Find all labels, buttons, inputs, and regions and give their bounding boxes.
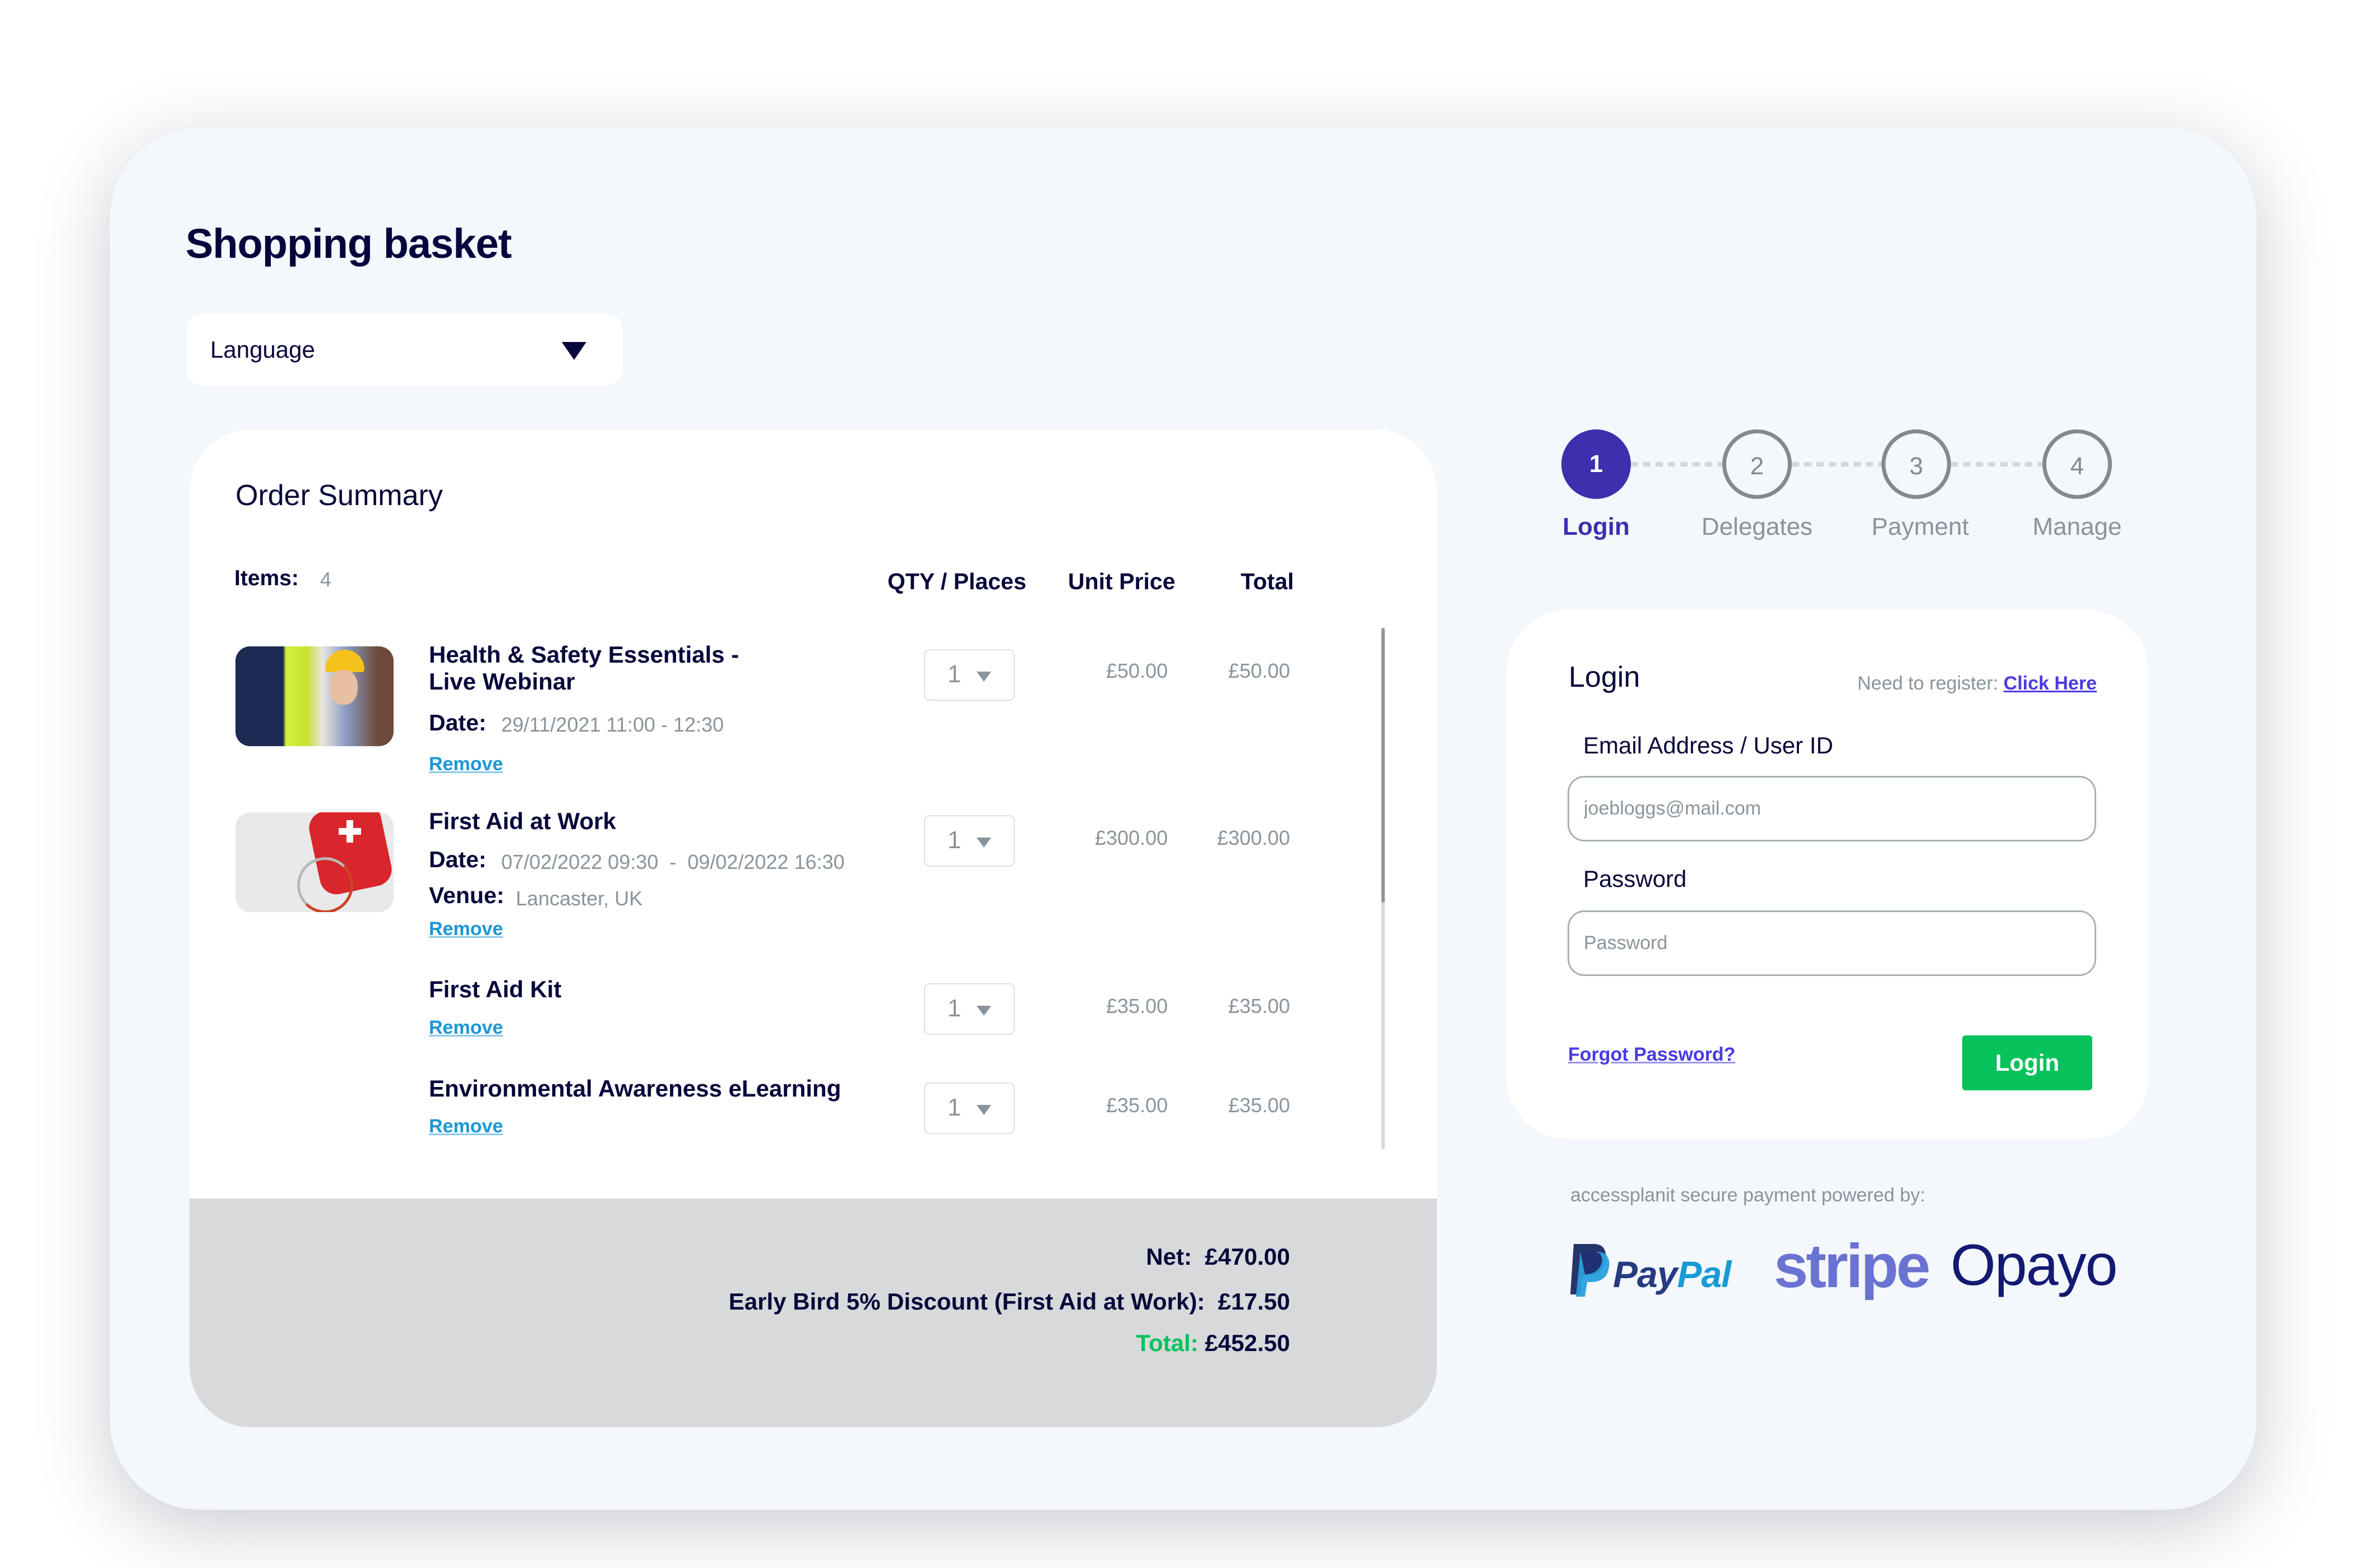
step-connector [1631,462,1722,466]
worker-hardhat-image [235,646,394,746]
login-heading: Login [1569,661,1640,693]
column-header-total: Total [1241,568,1294,594]
register-prompt: Need to register: Click Here [1857,673,2097,694]
discount-label: Early Bird 5% Discount (First Aid at Wor… [728,1288,1205,1315]
net-value: £470.00 [1205,1243,1290,1270]
total-label: Total: [1136,1330,1199,1356]
item-name: Health & Safety Essentials - Live Webinar [429,641,739,695]
items-count: 4 [320,568,332,591]
forgot-password-link[interactable]: Forgot Password? [1568,1044,1735,1066]
line-total: £50.00 [1228,659,1290,682]
quantity-select[interactable]: 1 [924,649,1015,701]
unit-price: £300.00 [1094,826,1168,849]
login-card: Login Need to register: Click Here Email… [1506,610,2148,1139]
unit-price: £35.00 [1106,1094,1168,1117]
discount-value: £17.50 [1218,1288,1290,1315]
step-4-manage[interactable]: 4 [2042,429,2112,499]
stripe-logo: stripe [1774,1232,1931,1301]
quantity-value: 1 [947,995,961,1022]
step-label: Manage [2032,513,2122,540]
item-date: 29/11/2021 11:00 - 12:30 [501,713,724,736]
remove-link[interactable]: Remove [429,1017,503,1039]
password-input[interactable] [1568,910,2096,976]
unit-price: £50.00 [1106,659,1168,682]
net-row: Net: £470.00 [1146,1243,1290,1270]
order-summary-card: Order Summary Items: 4 QTY / Places Unit… [189,429,1437,1427]
net-label: Net: [1146,1243,1192,1270]
register-link[interactable]: Click Here [2004,673,2097,694]
quantity-select[interactable]: 1 [924,1083,1015,1134]
caret-down-icon [977,1105,991,1115]
item-name: Environmental Awareness eLearning [429,1075,842,1102]
remove-link[interactable]: Remove [429,753,503,775]
step-label: Payment [1871,513,1969,540]
email-input[interactable] [1568,776,2096,841]
quantity-value: 1 [947,660,961,688]
step-3-payment[interactable]: 3 [1881,429,1951,499]
total-value: £452.50 [1205,1330,1290,1356]
total-row: Total: £452.50 [1136,1330,1290,1357]
step-connector [1792,462,1881,466]
page-title: Shopping basket [186,220,512,267]
language-select-label: Language [210,336,315,363]
quantity-value: 1 [947,1094,961,1121]
order-summary-heading: Order Summary [235,479,443,512]
date-label: Date: [429,710,487,736]
column-header-unit-price: Unit Price [1068,568,1176,594]
item-name: First Aid at Work [429,808,616,834]
scrollbar-thumb[interactable] [1381,628,1385,903]
step-label: Delegates [1701,513,1813,540]
quantity-select[interactable]: 1 [924,983,1015,1035]
remove-link[interactable]: Remove [429,918,503,940]
unit-price: £35.00 [1106,995,1168,1017]
date-label: Date: [429,847,487,872]
step-label: Login [1562,513,1630,540]
item-name: First Aid Kit [429,976,562,1002]
email-label: Email Address / User ID [1583,732,1833,758]
line-total: £300.00 [1217,826,1290,849]
password-label: Password [1583,866,1687,892]
first-aid-kit-image [235,812,394,912]
caret-down-icon [562,342,586,360]
login-button[interactable]: Login [1962,1035,2092,1090]
caret-down-icon [977,672,991,682]
discount-row: Early Bird 5% Discount (First Aid at Wor… [729,1288,1290,1315]
caret-down-icon [977,1006,991,1016]
quantity-value: 1 [947,826,961,854]
opayo-logo: Opayo [1950,1233,2118,1298]
venue-label: Venue: [429,882,505,908]
remove-link[interactable]: Remove [429,1116,503,1137]
caret-down-icon [977,838,991,848]
paypal-text-pay: Pay [1613,1254,1677,1295]
payment-powered-by: accessplanit secure payment powered by: [1570,1185,1926,1206]
step-connector [1951,462,2042,466]
line-total: £35.00 [1228,1094,1290,1117]
column-header-qty: QTY / Places [887,568,1027,594]
step-2-delegates[interactable]: 2 [1722,429,1792,499]
quantity-select[interactable]: 1 [924,815,1015,867]
line-total: £35.00 [1228,995,1290,1017]
items-label: Items: [234,566,299,590]
step-1-login[interactable]: 1 [1561,429,1631,499]
paypal-text-pal: Pal [1677,1254,1731,1295]
order-totals-footer: Net: £470.00 Early Bird 5% Discount (Fir… [189,1199,1437,1427]
paypal-logo: PayPal [1566,1242,1740,1301]
item-date: 07/02/2022 09:30 - 09/02/2022 16:30 [501,850,845,873]
language-select[interactable]: Language [187,314,622,385]
item-venue: Lancaster, UK [516,887,643,910]
